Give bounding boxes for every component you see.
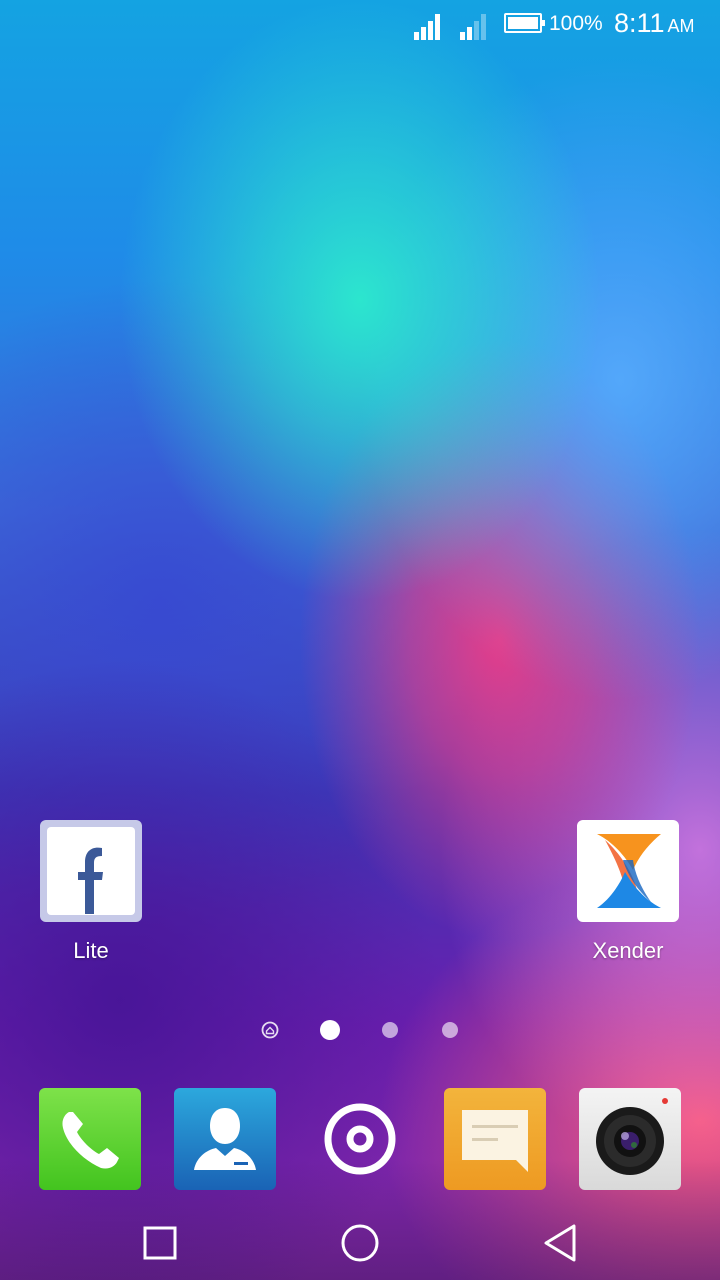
app-label: Lite [73, 938, 109, 963]
camera-icon[interactable] [579, 1088, 681, 1190]
navigation-bar [0, 1205, 720, 1280]
clock-time: 8:11 [614, 8, 665, 38]
clock: 8:11 AM [614, 8, 695, 39]
clock-ampm: AM [667, 16, 695, 36]
app-label: Xender [592, 938, 664, 963]
app-launcher-icon[interactable] [309, 1088, 411, 1190]
messages-icon[interactable] [444, 1088, 546, 1190]
battery-percent: 100% [549, 12, 603, 35]
app-facebook-lite[interactable]: Lite [21, 820, 161, 964]
page-dot[interactable] [442, 1022, 458, 1038]
phone-icon[interactable] [39, 1088, 141, 1190]
contacts-icon[interactable] [174, 1088, 276, 1190]
recents-icon[interactable] [138, 1221, 182, 1265]
page-dot[interactable] [382, 1022, 398, 1038]
home-icon[interactable] [338, 1221, 382, 1265]
page-dot-active[interactable] [320, 1020, 340, 1040]
xender-icon[interactable] [577, 820, 679, 922]
battery-full-icon [504, 13, 545, 33]
status-bar: 100% 8:11 AM [0, 0, 720, 50]
facebook-lite-icon[interactable] [40, 820, 142, 922]
signal-strong-icon [414, 14, 442, 40]
signal-weak-icon [460, 14, 488, 40]
back-icon[interactable] [538, 1221, 582, 1265]
home-screen: 100% 8:11 AM Lite Xender [0, 0, 720, 1280]
home-page-icon[interactable] [261, 1021, 279, 1039]
app-xender[interactable]: Xender [558, 820, 698, 964]
page-indicator [0, 1019, 720, 1041]
